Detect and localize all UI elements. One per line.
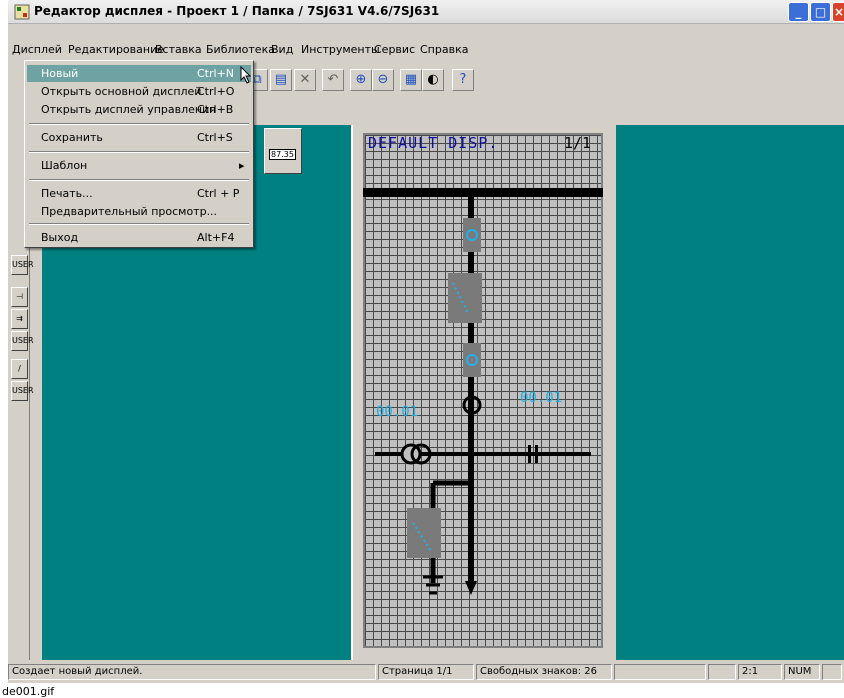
menu-insert[interactable]: Вставка [155,43,202,56]
status-page: Страница 1/1 [378,664,474,680]
switch-icon[interactable]: ⊣ [11,287,28,307]
status-bar: Создает новый дисплей. Страница 1/1 Своб… [8,661,844,683]
menu-item-template[interactable]: Шаблон ▸ [27,157,251,174]
grid-icon[interactable]: ▦ [400,69,422,91]
menu-item-open-main[interactable]: Открыть основной дисплей Ctrl+O [27,83,251,100]
measurement-value: 87.35 [269,149,296,160]
image-caption: de001.gif [2,685,55,698]
menu-help[interactable]: Справка [420,43,468,56]
measurement-element-button[interactable]: 87.35 [264,128,302,174]
zoom-in-icon[interactable]: ⊕ [350,69,372,91]
undo-icon[interactable]: ↶ [322,69,344,91]
arrow-element-icon[interactable]: ⇉ [11,309,28,329]
delete-icon[interactable]: ✕ [294,69,316,91]
status-message: Создает новый дисплей. [8,664,376,680]
help-pointer-icon[interactable]: ? [452,69,474,91]
single-line-diagram [363,188,603,595]
menu-item-print[interactable]: Печать... Ctrl + P [27,185,251,202]
menu-display[interactable]: Дисплей [12,43,62,56]
app-icon [14,4,30,20]
status-empty-1 [614,664,706,680]
menu-item-exit[interactable]: Выход Alt+F4 [27,229,251,246]
menu-item-preview[interactable]: Предварительный просмотр... [27,203,251,220]
menu-view[interactable]: Вид [271,43,293,56]
menu-separator [29,123,249,125]
mouse-cursor-icon [240,66,252,84]
window-title: Редактор дисплея - Проект 1 / Папка / 7S… [34,4,440,18]
status-empty-2 [708,664,736,680]
menu-edit[interactable]: Редактирование [68,43,164,56]
app-window: Редактор дисплея - Проект 1 / Папка / 7S… [8,0,844,683]
menu-item-save[interactable]: Сохранить Ctrl+S [27,129,251,146]
user-line-icon[interactable]: USER [11,381,34,401]
menu-library[interactable]: Библиотека [206,43,275,56]
menu-tools[interactable]: Инструменты [301,43,380,56]
user-element-icon[interactable]: USER [11,255,34,275]
user-element-2-icon[interactable]: USER [11,331,34,351]
status-zoom: 2:1 [738,664,782,680]
menu-separator [29,223,249,225]
line-icon[interactable]: / [11,359,28,379]
menu-service[interactable]: Сервис [374,43,415,56]
status-num: NUM [784,664,820,680]
maximize-icon[interactable]: □ [810,2,831,22]
menu-separator [29,151,249,153]
measurement-left: 00.01 [376,404,419,420]
display-menu-dropdown: Новый Ctrl+N Открыть основной дисплей Ct… [24,60,254,248]
menu-bar: Дисплей Редактирование Вставка Библиотек… [8,41,844,59]
contrast-icon[interactable]: ◐ [422,69,444,91]
title-bar: Редактор дисплея - Проект 1 / Папка / 7S… [8,0,844,24]
minimize-icon[interactable]: _ [788,2,809,22]
paste-icon[interactable]: ▤ [270,69,292,91]
menu-separator [29,179,249,181]
zoom-out-icon[interactable]: ⊖ [372,69,394,91]
status-empty-3 [822,664,842,680]
status-free-chars: Свободных знаков: 26 [476,664,612,680]
menu-item-new[interactable]: Новый Ctrl+N [27,65,251,82]
measurement-right: 00.01 [520,390,563,406]
close-icon[interactable]: × [832,2,844,22]
submenu-arrow-icon: ▸ [239,159,245,172]
menu-item-open-control[interactable]: Открыть дисплей управления Ctrl+B [27,101,251,118]
